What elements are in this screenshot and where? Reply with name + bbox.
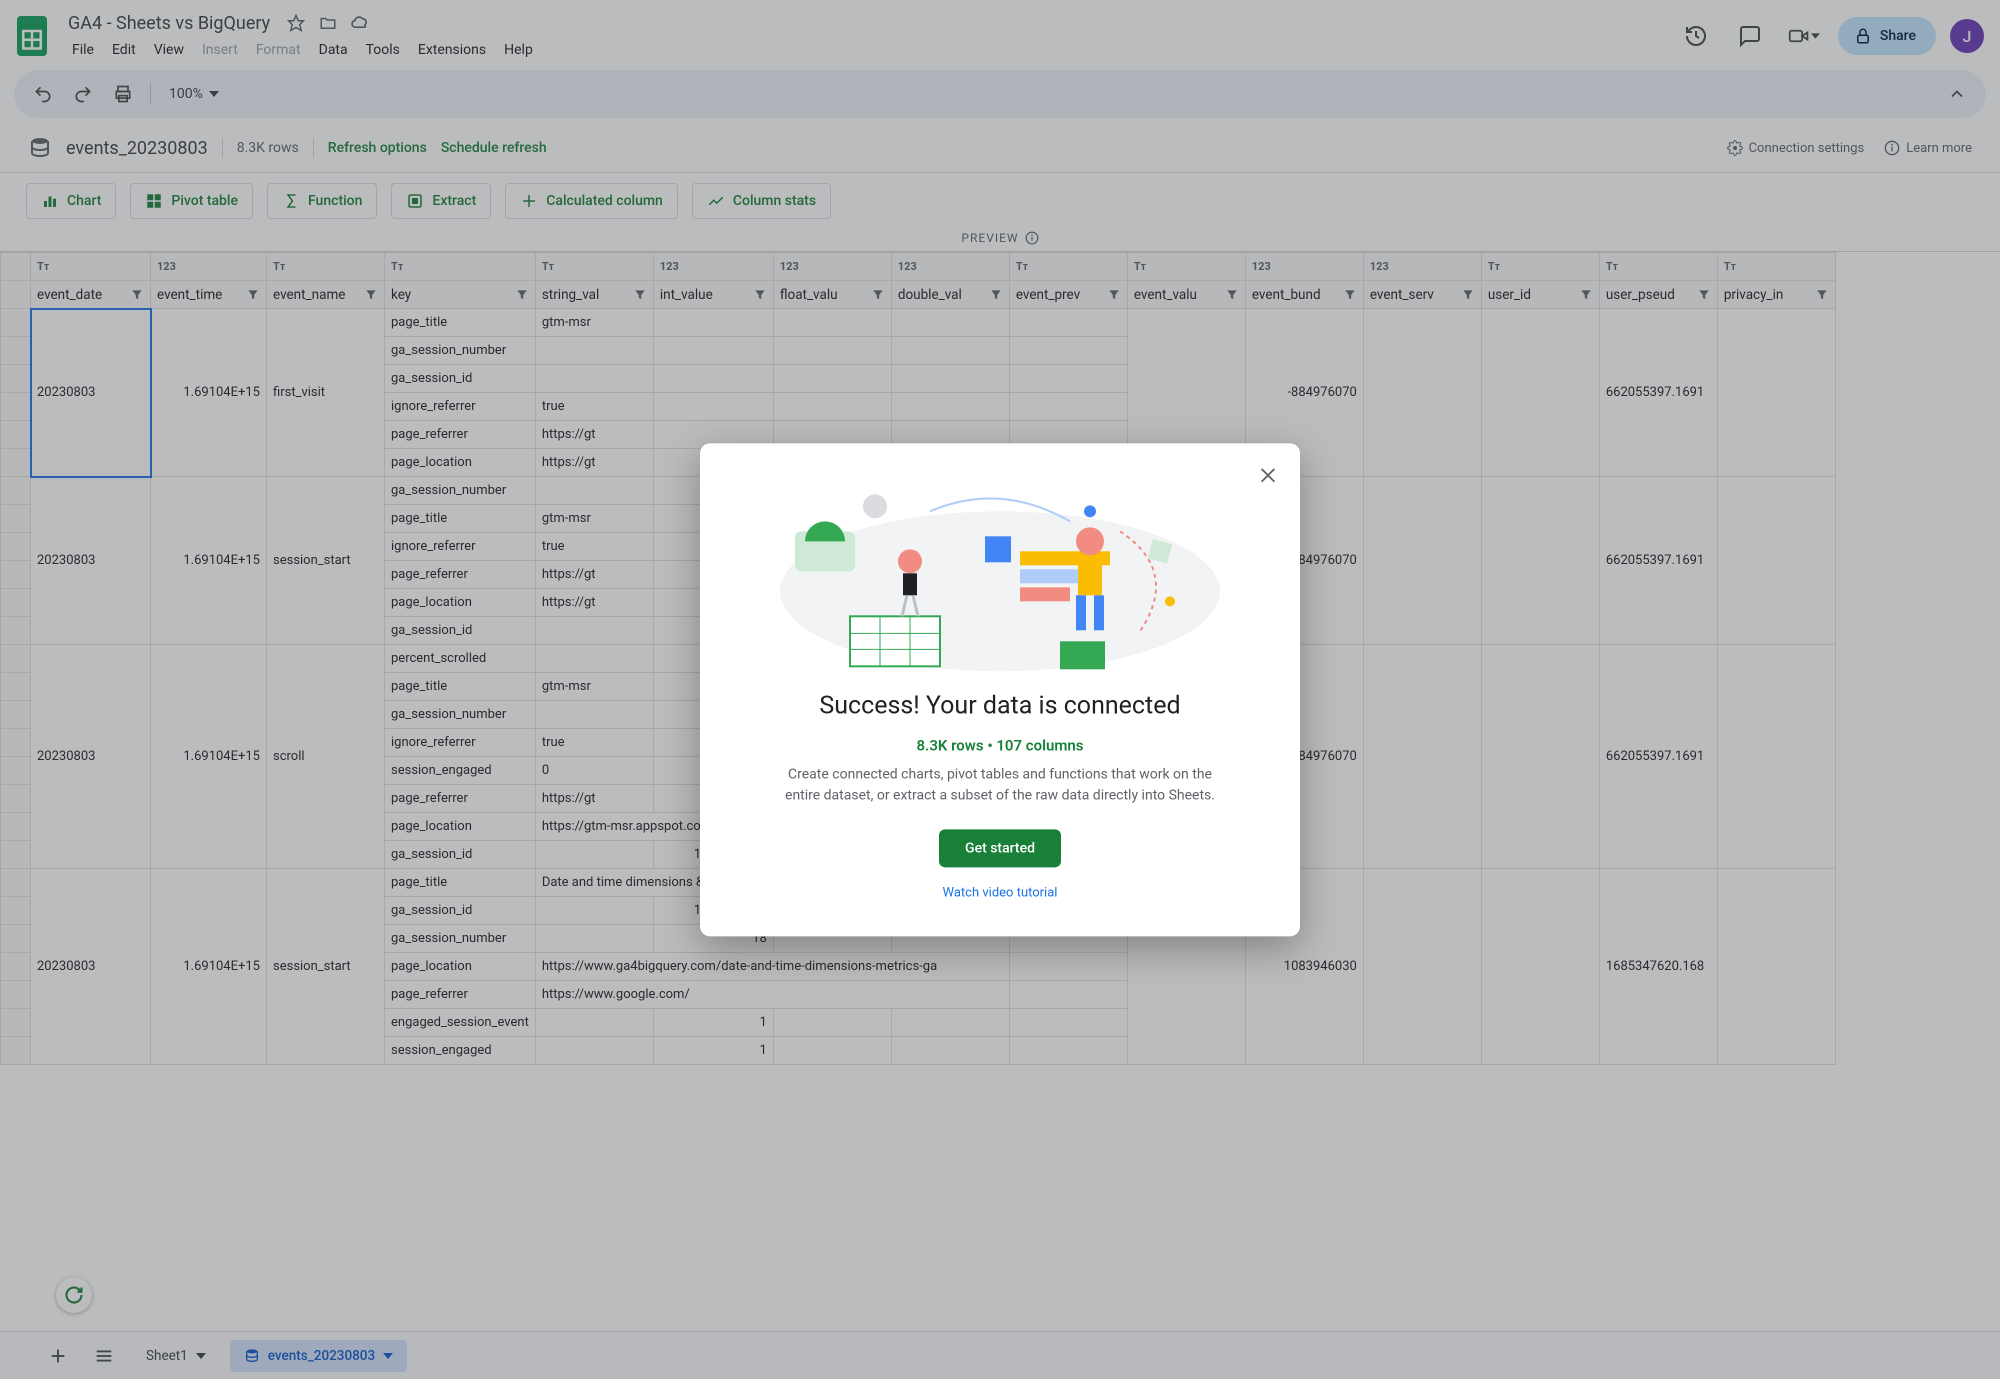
modal-illustration [760,471,1240,681]
success-modal: Success! Your data is connected 8.3K row… [700,443,1300,936]
modal-description: Create connected charts, pivot tables an… [780,764,1220,807]
modal-title: Success! Your data is connected [819,691,1180,720]
modal-subtitle: 8.3K rows • 107 columns [916,736,1083,754]
watch-tutorial-link[interactable]: Watch video tutorial [943,885,1058,900]
get-started-button[interactable]: Get started [939,829,1061,867]
modal-close-button[interactable] [1250,457,1286,493]
